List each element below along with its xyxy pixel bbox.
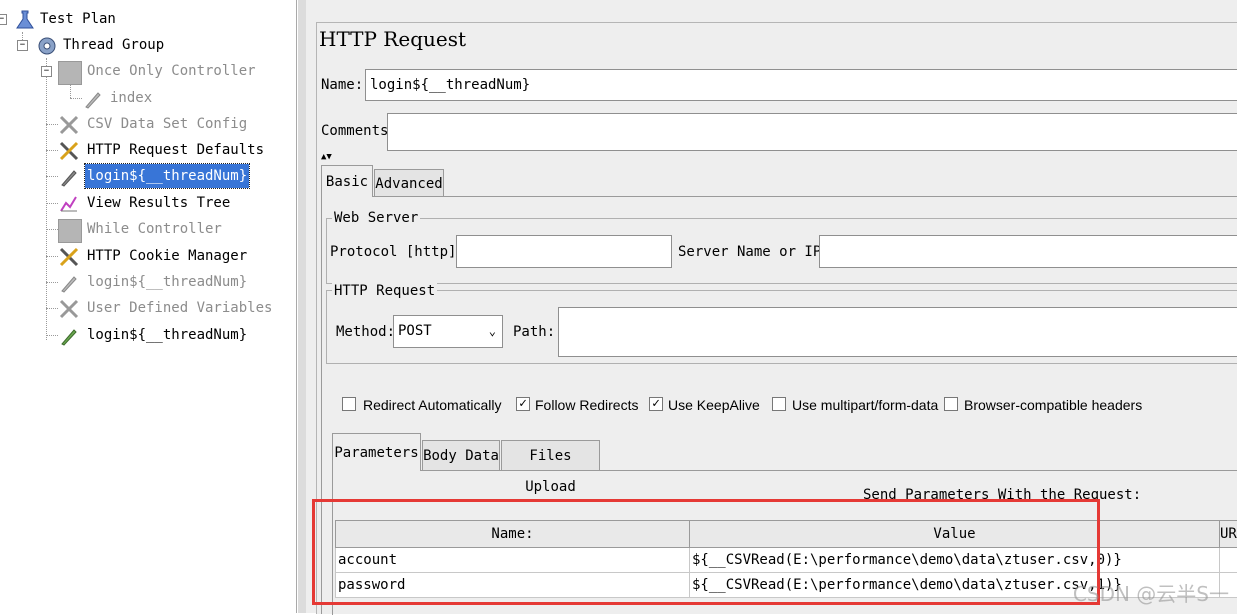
column-header-name[interactable]: Name:	[336, 521, 690, 548]
wrench-icon	[58, 140, 80, 162]
name-field[interactable]: login${__threadNum}	[365, 69, 1237, 101]
comments-field[interactable]	[387, 113, 1237, 151]
param-url-cell[interactable]	[1220, 548, 1237, 573]
pipette-icon	[58, 272, 80, 294]
chart-icon	[58, 193, 80, 215]
wrench-icon	[58, 246, 80, 268]
basic-tab-content: Web Server Protocol [http]: Server Name …	[321, 196, 1237, 614]
column-header-value[interactable]: Value	[690, 521, 1220, 548]
collapse-toggle-icon[interactable]: −	[17, 40, 28, 51]
follow-redirects-label: Follow Redirects	[535, 397, 638, 413]
pipette-icon	[82, 88, 104, 110]
params-caption: Send Parameters With the Request:	[863, 487, 1141, 503]
page-title: HTTP Request	[319, 27, 466, 51]
use-keepalive-checkbox[interactable]: ✓	[649, 397, 663, 411]
protocol-field[interactable]	[456, 235, 672, 268]
collapse-arrows-icon[interactable]: ▲▼	[321, 153, 332, 161]
redirect-automatically-checkbox[interactable]	[342, 397, 356, 411]
watermark: CSDN @云半S一	[1073, 578, 1229, 607]
panel-frame: HTTP Request Name: login${__threadNum} C…	[316, 22, 1237, 614]
chevron-down-icon: ⌄	[489, 316, 496, 346]
method-value: POST	[398, 323, 432, 339]
name-label: Name:	[321, 77, 363, 93]
tab-body-data[interactable]: Body Data	[422, 440, 500, 471]
redirect-automatically-label: Redirect Automatically	[363, 397, 502, 413]
http-request-panel: HTTP Request Name: login${__threadNum} C…	[306, 0, 1237, 613]
method-select[interactable]: POST ⌄	[393, 315, 503, 348]
table-row[interactable]: account ${__CSVRead(E:\performance\demo\…	[336, 548, 1237, 573]
server-name-label: Server Name or IP:	[678, 244, 830, 260]
controller-icon	[58, 61, 82, 85]
browser-compatible-checkbox[interactable]	[944, 397, 958, 411]
test-plan-icon	[14, 9, 36, 31]
use-multipart-checkbox[interactable]	[772, 397, 786, 411]
web-server-legend: Web Server	[332, 210, 420, 226]
param-value-cell[interactable]: ${__CSVRead(E:\performance\demo\data\ztu…	[690, 548, 1220, 573]
pipette-icon	[58, 166, 80, 188]
column-header-url[interactable]: URL	[1220, 521, 1237, 548]
path-field[interactable]	[558, 307, 1237, 357]
comments-label: Comments:	[321, 123, 397, 139]
method-label: Method:	[336, 324, 395, 340]
protocol-label: Protocol [http]:	[330, 244, 465, 260]
use-keepalive-label: Use KeepAlive	[668, 397, 760, 413]
param-name-cell[interactable]: account	[336, 548, 690, 573]
wrench-icon	[58, 298, 80, 320]
path-label: Path:	[513, 324, 555, 340]
tab-basic[interactable]: Basic	[321, 165, 373, 197]
server-name-field[interactable]	[819, 235, 1237, 268]
pipette-icon	[58, 325, 80, 347]
controller-icon	[58, 219, 82, 243]
use-multipart-label: Use multipart/form-data	[792, 397, 938, 413]
gear-icon	[36, 35, 58, 57]
collapse-toggle-icon[interactable]: −	[41, 66, 52, 77]
tab-advanced[interactable]: Advanced	[374, 169, 444, 197]
test-plan-tree: − − − Test Plan Thread Group Once Only C…	[0, 0, 297, 613]
tab-parameters[interactable]: Parameters	[332, 433, 421, 471]
wrench-icon	[58, 114, 80, 136]
http-request-legend: HTTP Request	[332, 283, 437, 299]
param-name-cell[interactable]: password	[336, 573, 690, 598]
follow-redirects-checkbox[interactable]: ✓	[516, 397, 530, 411]
collapse-toggle-icon[interactable]: −	[0, 14, 7, 25]
tab-files-upload[interactable]: Files Upload	[501, 440, 600, 471]
browser-compatible-label: Browser-compatible headers	[964, 397, 1142, 413]
